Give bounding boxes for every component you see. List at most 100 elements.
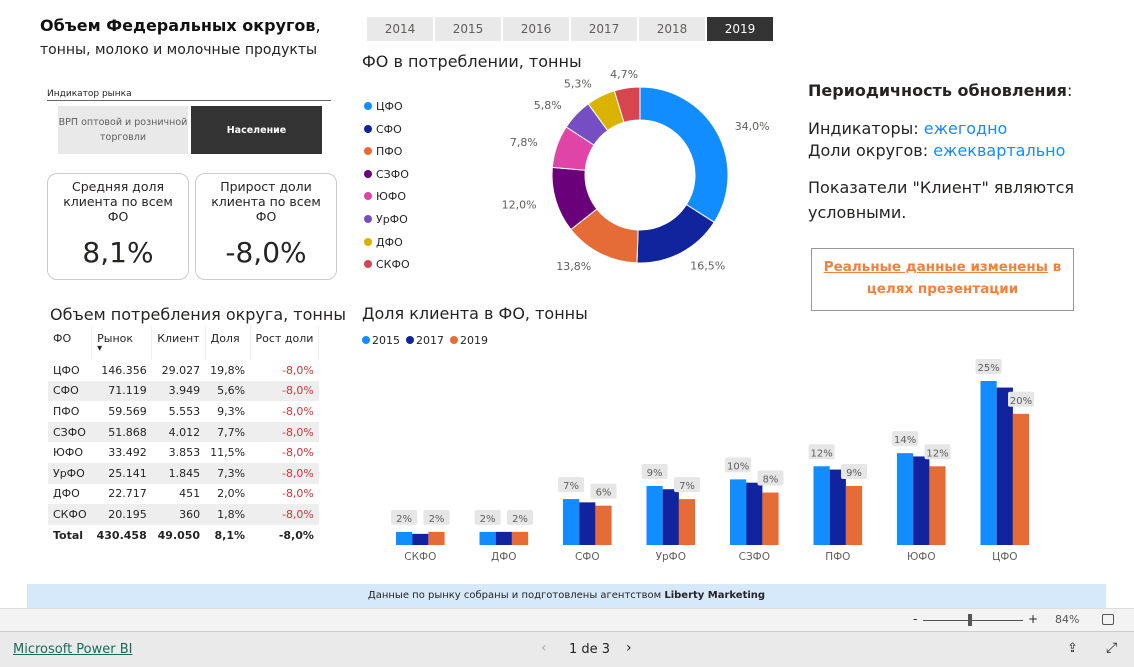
year-2018[interactable]: 2018 <box>639 17 705 41</box>
bar-СФО-2015[interactable] <box>563 499 580 545</box>
bar-data-label: 7% <box>679 481 695 492</box>
bar-ЦФО-2017[interactable] <box>996 387 1013 545</box>
legend-item[interactable]: ЮФО <box>364 186 410 209</box>
donut-data-label: 5,3% <box>564 78 592 91</box>
x-tick-label: ПФО <box>825 551 850 563</box>
year-2015[interactable]: 2015 <box>435 17 501 41</box>
legend-label: 2017 <box>416 334 444 347</box>
donut-data-label: 7,8% <box>510 136 538 149</box>
bar-legend-item[interactable]: 2019 <box>450 334 488 347</box>
share-icon[interactable]: ⇪ <box>1067 641 1078 656</box>
legend-label: СЗФО <box>376 167 409 181</box>
source-footer: Данные по рынку собраны и подготовлены а… <box>27 584 1106 608</box>
bar-data-label: 7% <box>563 481 579 492</box>
year-2016[interactable]: 2016 <box>503 17 569 41</box>
bar-УрФО-2015[interactable] <box>646 485 663 545</box>
year-slicer: 2014 2015 2016 2017 2018 2019 <box>367 17 773 41</box>
bar-data-label: 9% <box>647 468 663 479</box>
bar-СЗФО-2017[interactable] <box>746 482 763 545</box>
year-2017[interactable]: 2017 <box>571 17 637 41</box>
legend-item[interactable]: СФО <box>364 119 410 142</box>
zoom-in-button[interactable]: + <box>1028 612 1038 626</box>
legend-item[interactable]: УрФО <box>364 209 410 232</box>
bar-ЮФО-2019[interactable] <box>929 466 946 545</box>
bar-СЗФО-2015[interactable] <box>730 479 747 545</box>
sort-descending-icon[interactable]: ▾ <box>97 344 146 354</box>
x-tick-label: СКФО <box>404 551 436 563</box>
table-cell: 9,3% <box>217 404 246 418</box>
year-2014[interactable]: 2014 <box>367 17 433 41</box>
bar-ЮФО-2017[interactable] <box>913 456 930 545</box>
table-cell: -8,0% <box>281 404 314 418</box>
bar-legend-item[interactable]: 2017 <box>406 334 444 347</box>
legend-item[interactable]: ПФО <box>364 141 410 164</box>
fit-page-icon[interactable] <box>1102 614 1114 625</box>
column-header[interactable]: Рост доли <box>250 326 320 360</box>
next-page-icon[interactable]: › <box>626 640 632 656</box>
bar-ПФО-2017[interactable] <box>829 469 846 545</box>
bar-СКФО-2017[interactable] <box>412 533 429 545</box>
slicer-option-population[interactable]: Население <box>191 106 322 154</box>
bar-ПФО-2015[interactable] <box>813 466 830 545</box>
bar-УрФО-2017[interactable] <box>662 489 679 545</box>
x-tick-label: СФО <box>575 551 600 563</box>
bar-ЦФО-2019[interactable] <box>1012 413 1030 545</box>
legend-item[interactable]: ЦФО <box>364 96 410 119</box>
table-cell: 430.458 <box>96 528 147 542</box>
bar-СФО-2019[interactable] <box>595 505 612 545</box>
legend-item[interactable]: СКФО <box>364 254 410 277</box>
bar-ПФО-2019[interactable] <box>845 485 863 545</box>
column-header[interactable]: Доля <box>205 326 251 360</box>
table-cell: Total <box>53 528 84 542</box>
bar-ЮФО-2015[interactable] <box>897 453 914 545</box>
bar-СКФО-2019[interactable] <box>428 531 445 545</box>
bar-СЗФО-2019[interactable] <box>762 492 779 545</box>
bar-ДФО-2017[interactable] <box>495 531 512 545</box>
legend-dot <box>364 214 372 223</box>
bar-data-label: 12% <box>926 448 948 459</box>
zoom-out-button[interactable]: - <box>913 612 917 626</box>
table-row: УрФО 25.141 1.845 7,3% -8,0% <box>48 462 319 484</box>
table-row: СФО 71.119 3.949 5,6% -8,0% <box>48 380 319 402</box>
table-cell: СФО <box>48 380 92 402</box>
legend-item[interactable]: ДФО <box>364 232 410 255</box>
bar-ДФО-2015[interactable] <box>479 531 496 545</box>
bar-ЦФО-2015[interactable] <box>980 381 997 545</box>
consumption-table: ФО Рынок ▾ Клиент Доля Рост доли ЦФО 146.356 29.… <box>48 326 320 545</box>
page-title: Объем Федеральных округов, <box>40 16 321 35</box>
legend-dot <box>364 192 372 201</box>
bar-data-label: 14% <box>894 435 916 446</box>
legend-label: 2015 <box>372 334 400 347</box>
column-header[interactable]: Клиент <box>151 326 206 360</box>
zoom-slider-thumb[interactable] <box>968 614 972 626</box>
year-2019[interactable]: 2019 <box>707 17 773 41</box>
donut-slice-ЦФО[interactable] <box>639 86 729 224</box>
legend-dot <box>364 169 372 178</box>
bar-data-label: 20% <box>1010 396 1032 407</box>
zoom-slider[interactable] <box>923 620 1023 621</box>
bar-УрФО-2019[interactable] <box>678 499 696 545</box>
table-cell: 33.492 <box>108 446 147 460</box>
donut-data-label: 16,5% <box>690 259 725 272</box>
table-cell: 71.119 <box>91 380 152 402</box>
bar-data-label: 8% <box>763 475 779 486</box>
bar-СКФО-2015[interactable] <box>396 531 413 545</box>
donut-data-label: 13,8% <box>556 260 591 273</box>
legend-item[interactable]: СЗФО <box>364 164 410 187</box>
column-header[interactable]: ФО <box>48 326 93 360</box>
bar-ДФО-2019[interactable] <box>511 531 529 545</box>
legend-dot <box>362 336 370 344</box>
prev-page-icon[interactable]: ‹ <box>541 640 547 656</box>
fullscreen-icon[interactable]: ⤢ <box>1106 640 1117 656</box>
slicer-option-vrp[interactable]: ВРП оптовой и розничной торговли <box>58 106 188 154</box>
x-tick-label: ЮФО <box>907 551 936 563</box>
bar-legend-item[interactable]: 2015 <box>362 334 400 347</box>
bottom-bar: Microsoft Power BI ‹ 1 de 3 › ⇪ ⤢ <box>0 632 1134 667</box>
x-tick-label: СЗФО <box>739 551 770 563</box>
column-header[interactable]: Рынок ▾ <box>91 326 153 360</box>
legend-dot <box>406 336 414 344</box>
table-cell: 1.845 <box>151 462 206 484</box>
bar-СФО-2017[interactable] <box>579 502 596 545</box>
powerbi-link[interactable]: Microsoft Power BI <box>13 642 132 657</box>
update-info: Периодичность обновления: Индикаторы: еж… <box>808 80 1078 225</box>
